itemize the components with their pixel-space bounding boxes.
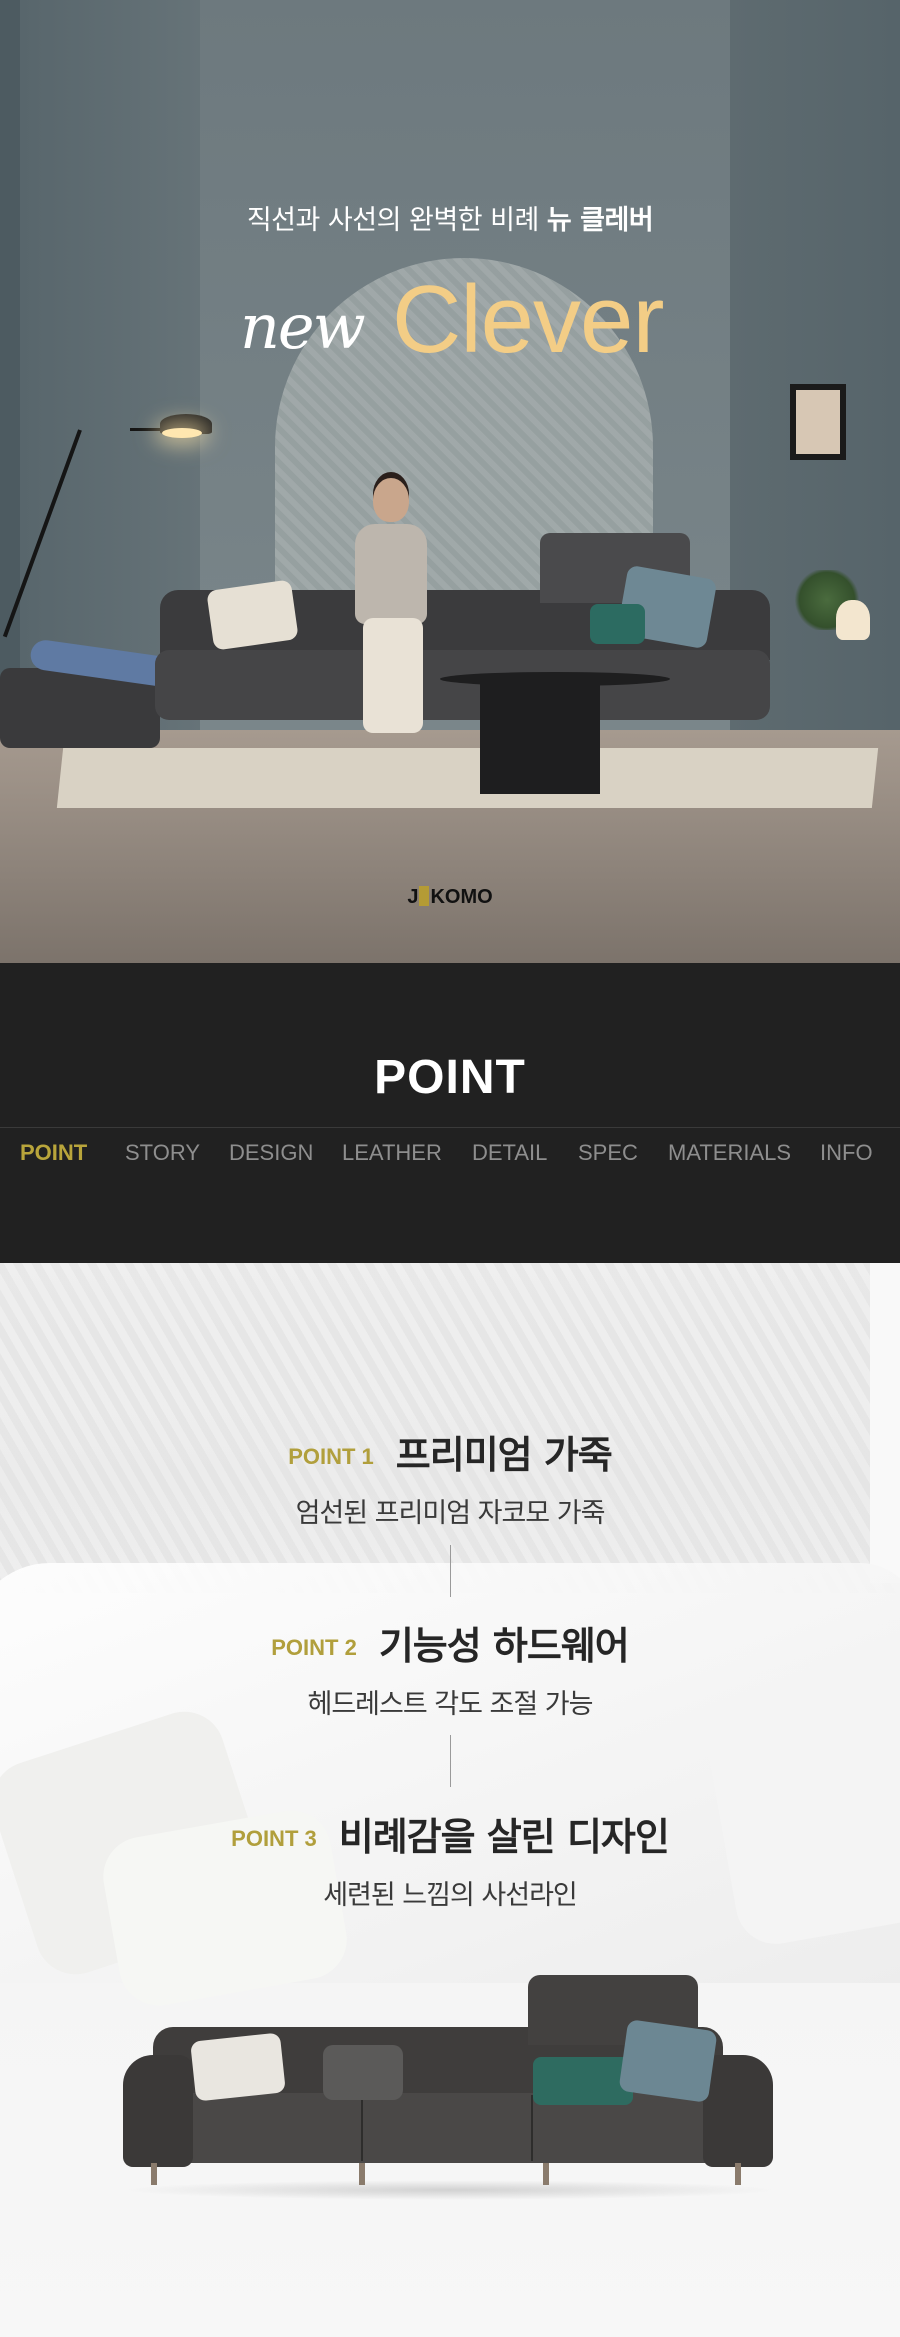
tagline-product-name: 뉴 클레버	[546, 205, 654, 236]
sofa-seat	[153, 2093, 728, 2163]
tab-leather[interactable]: LEATHER	[342, 1140, 442, 1166]
sofa-seat	[155, 650, 770, 720]
tab-materials[interactable]: MATERIALS	[668, 1140, 791, 1166]
brand-logo: J KOMO	[0, 886, 900, 909]
point-title: 비례감을 살린 디자인	[338, 1815, 670, 1859]
divider	[0, 1127, 900, 1128]
brand-logo-left: J	[407, 886, 419, 908]
section-heading: POINT	[374, 1051, 526, 1104]
cushion	[190, 2032, 286, 2102]
logo-clever: Clever	[392, 266, 664, 373]
point-label: POINT 1	[288, 1444, 374, 1469]
sofa-leg	[151, 2163, 157, 2185]
coffee-table-base	[480, 684, 600, 794]
point-item: POINT 3 비례감을 살린 디자인 세련된 느낌의 사선라인	[0, 1806, 900, 1912]
person-body	[355, 524, 427, 624]
hero-banner: 직선과 사선의 완벽한 비례 뉴 클레버 new Clever J KOMO	[0, 0, 900, 963]
tab-spec[interactable]: SPEC	[578, 1140, 638, 1166]
sofa-leg	[735, 2163, 741, 2185]
person-legs	[363, 618, 423, 733]
tab-info[interactable]: INFO	[820, 1140, 873, 1166]
wall	[870, 1263, 900, 1583]
cushion	[206, 579, 299, 651]
section-nav-band	[0, 963, 900, 1263]
tab-story[interactable]: STORY	[125, 1140, 200, 1166]
tab-detail[interactable]: DETAIL	[472, 1140, 547, 1166]
point-title: 프리미엄 가죽	[395, 1433, 613, 1477]
tab-design[interactable]: DESIGN	[229, 1140, 313, 1166]
logo-script-new: new	[240, 290, 366, 363]
tagline-text: 직선과 사선의 완벽한 비례	[246, 205, 540, 236]
point-description: 헤드레스트 각도 조절 가능	[307, 1689, 594, 1720]
cushion	[323, 2045, 403, 2100]
point-description: 엄선된 프리미엄 자코모 가죽	[295, 1498, 606, 1529]
sofa-seam	[531, 2095, 533, 2161]
cushion	[590, 604, 645, 644]
point-item: POINT 2 기능성 하드웨어 헤드레스트 각도 조절 가능	[0, 1615, 900, 1721]
point-label: POINT 3	[231, 1826, 317, 1851]
sofa-seam	[361, 2095, 363, 2161]
sofa-armrest-right	[703, 2055, 773, 2167]
point-label: POINT 2	[271, 1635, 357, 1660]
product-sofa-image	[123, 1975, 773, 2205]
model-person	[345, 478, 435, 748]
brand-mark-icon	[419, 886, 430, 906]
connector-line	[450, 1735, 451, 1787]
table-lamp	[836, 600, 870, 640]
sofa-leg	[543, 2163, 549, 2185]
connector-line	[450, 1545, 451, 1597]
section-tabs: POINT STORY DESIGN LEATHER DETAIL SPEC M…	[0, 1140, 900, 1174]
hero-tagline: 직선과 사선의 완벽한 비례 뉴 클레버	[0, 198, 900, 237]
person-head	[373, 478, 409, 522]
cushion	[533, 2057, 633, 2105]
point-description: 세련된 느낌의 사선라인	[323, 1880, 578, 1911]
point-title: 기능성 하드웨어	[378, 1624, 630, 1668]
rug	[56, 748, 879, 808]
sofa-leg	[359, 2163, 365, 2185]
brand-logo-right: KOMO	[430, 886, 493, 908]
lamp-glow	[162, 428, 202, 438]
tab-point[interactable]: POINT	[20, 1140, 87, 1166]
cushion	[618, 2019, 718, 2103]
point-item: POINT 1 프리미엄 가죽 엄선된 프리미엄 자코모 가죽	[0, 1424, 900, 1530]
wall-art	[796, 390, 840, 454]
product-detail-page: 직선과 사선의 완벽한 비례 뉴 클레버 new Clever J KOMO PO…	[0, 0, 900, 2337]
sofa-armrest-left	[123, 2055, 193, 2167]
